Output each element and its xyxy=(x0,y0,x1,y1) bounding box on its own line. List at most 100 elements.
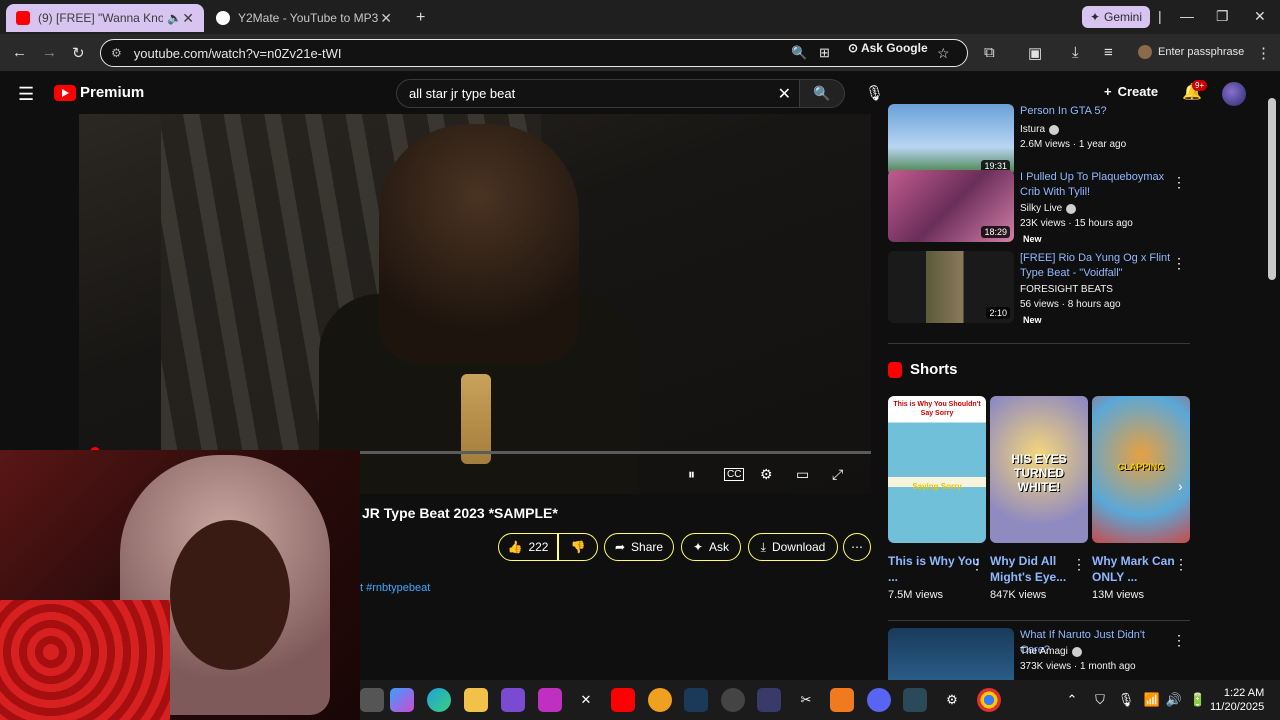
youtube-app-icon[interactable] xyxy=(611,688,635,712)
recommendation-title[interactable]: Person In GTA 5? xyxy=(1020,104,1172,119)
back-icon[interactable]: ← xyxy=(12,44,27,61)
download-icon: ⤓ xyxy=(760,539,766,554)
video-player[interactable] xyxy=(79,114,871,494)
mic-icon[interactable]: 🎙 xyxy=(1114,688,1138,712)
tab-search-icon[interactable]: ▣ xyxy=(1028,44,1042,62)
reload-icon[interactable]: ↻ xyxy=(72,44,85,62)
search-input[interactable]: all star jr type beat ✕ xyxy=(396,79,800,108)
video-thumbnail[interactable]: 2:10 xyxy=(888,251,1014,323)
vpn-icon[interactable] xyxy=(757,688,781,712)
extensions-icon[interactable]: ⧉ xyxy=(984,44,995,61)
chevron-right-icon[interactable]: › xyxy=(1178,478,1183,494)
battery-icon[interactable]: 🔋 xyxy=(1186,688,1210,712)
security-icon[interactable]: ⛉ xyxy=(1088,688,1112,712)
create-button[interactable]: + Create xyxy=(1104,84,1158,99)
settings-gear-icon[interactable]: ⚙ xyxy=(940,688,964,712)
more-actions-button[interactable]: ⋯ xyxy=(843,533,871,561)
short-item[interactable]: CLAPPING Why Mark Can ONLY ... 13M views… xyxy=(1092,396,1190,601)
video-title: JR Type Beat 2023 *SAMPLE* xyxy=(362,505,558,521)
forward-icon[interactable]: → xyxy=(42,44,57,61)
mute-icon[interactable]: 🔈 xyxy=(167,11,182,25)
copilot-icon[interactable] xyxy=(390,688,414,712)
settings-gear-icon[interactable]: ⚙ xyxy=(760,466,773,483)
download-button[interactable]: ⤓ Download xyxy=(748,533,838,561)
user-avatar[interactable] xyxy=(1222,82,1246,106)
recommendation-item[interactable]: 2:10 [FREE] Rio Da Yung Og x Flint Type … xyxy=(888,251,1190,331)
short-thumbnail[interactable]: HIS EYES TURNED WHITE! xyxy=(990,396,1088,543)
weather-icon[interactable] xyxy=(648,688,672,712)
media-controls-icon[interactable]: ≡ xyxy=(1104,44,1113,61)
xbox-icon[interactable]: ✕ xyxy=(574,688,598,712)
short-thumbnail[interactable]: This is Why You Shouldn't Say Sorry Sayi… xyxy=(888,396,986,543)
channel-name[interactable]: Silky Live xyxy=(1020,203,1077,214)
profile-button[interactable]: Enter passphrase xyxy=(1138,45,1244,59)
alien-app-icon[interactable] xyxy=(903,688,927,712)
close-window-icon[interactable]: ✕ xyxy=(1254,8,1266,25)
fullscreen-icon[interactable]: ⤢ xyxy=(832,466,843,483)
chrome-icon[interactable] xyxy=(977,688,1001,712)
youtube-logo[interactable]: Premium xyxy=(54,84,144,101)
volume-icon[interactable]: 🔊 xyxy=(1162,688,1186,712)
like-button[interactable]: 👍 222 xyxy=(498,533,558,561)
close-tab-icon[interactable]: ✕ xyxy=(182,10,194,27)
autoplay-toggle[interactable]: ⏸ xyxy=(688,466,695,483)
video-thumbnail[interactable]: 18:29 xyxy=(888,170,1014,242)
more-vert-icon[interactable]: ⋮ xyxy=(1072,556,1086,573)
dislike-button[interactable]: 👎 xyxy=(558,533,598,561)
system-clock[interactable]: 1:22 AM 11/20/2025 xyxy=(1210,686,1264,714)
share-button[interactable]: ➦ Share xyxy=(604,533,674,561)
captions-icon[interactable]: CC xyxy=(724,468,745,481)
address-bar[interactable]: ⚙ youtube.com/watch?v=n0Zv21e-tWI 🔍 ⊞ ☆ xyxy=(100,39,968,67)
site-info-icon[interactable]: ⚙ xyxy=(111,46,122,60)
recommendation-title[interactable]: I Pulled Up To Plaqueboymax Crib With Ty… xyxy=(1020,170,1172,200)
download-icon[interactable]: ⤓ xyxy=(1072,44,1079,61)
channel-name[interactable]: Istura xyxy=(1020,124,1060,135)
fl-studio-icon[interactable] xyxy=(830,688,854,712)
snipping-tool-icon[interactable]: ✂ xyxy=(794,688,818,712)
recommendation-title[interactable]: [FREE] Rio Da Yung Og x Flint Type Beat … xyxy=(1020,251,1172,281)
minimize-icon[interactable]: — xyxy=(1180,8,1194,24)
search-button[interactable]: 🔍 xyxy=(800,79,845,108)
mic-icon[interactable]: 🎙 xyxy=(865,84,884,102)
short-item[interactable]: HIS EYES TURNED WHITE! Why Did All Might… xyxy=(990,396,1088,601)
file-explorer-icon[interactable] xyxy=(464,688,488,712)
task-view-icon[interactable] xyxy=(360,688,384,712)
ask-google-button[interactable]: ⊙ Ask Google xyxy=(848,41,928,55)
close-tab-icon[interactable]: ✕ xyxy=(380,10,392,27)
chevron-up-icon[interactable]: ⌃ xyxy=(1060,688,1084,712)
edge-icon[interactable] xyxy=(427,688,451,712)
search-icon[interactable]: 🔍 xyxy=(791,45,807,61)
browser-tab-youtube[interactable]: (9) [FREE] "Wanna Know Yo 🔈 ✕ xyxy=(6,4,204,32)
instagram-icon[interactable] xyxy=(538,688,562,712)
more-vert-icon[interactable]: ⋮ xyxy=(970,556,984,573)
clear-search-icon[interactable]: ✕ xyxy=(778,84,791,104)
channel-name[interactable]: The Amagi xyxy=(1020,646,1082,657)
ask-button[interactable]: ✦ Ask xyxy=(681,533,741,561)
more-vert-icon[interactable]: ⋮ xyxy=(1172,255,1186,272)
short-item[interactable]: This is Why You Shouldn't Say Sorry Sayi… xyxy=(888,396,986,601)
wifi-icon[interactable]: 📶 xyxy=(1140,688,1164,712)
restore-icon[interactable]: ❐ xyxy=(1216,8,1229,25)
hamburger-menu-icon[interactable]: ☰ xyxy=(18,84,34,105)
discord-icon[interactable] xyxy=(867,688,891,712)
install-icon[interactable]: ⊞ xyxy=(819,45,830,61)
short-thumbnail[interactable]: CLAPPING xyxy=(1092,396,1190,543)
store-icon[interactable] xyxy=(501,688,525,712)
page-scrollbar[interactable] xyxy=(1268,98,1276,280)
more-vert-icon[interactable]: ⋮ xyxy=(1172,632,1186,649)
menu-kebab-icon[interactable]: ⋮ xyxy=(1256,44,1271,62)
video-thumbnail[interactable]: 19:31 xyxy=(888,104,1014,176)
game-app-icon[interactable] xyxy=(721,688,745,712)
bookmark-star-icon[interactable]: ☆ xyxy=(937,45,950,62)
recommendation-item[interactable]: 18:29 I Pulled Up To Plaqueboymax Crib W… xyxy=(888,170,1190,250)
share-icon: ➦ xyxy=(614,540,626,554)
new-tab-button[interactable]: + xyxy=(406,4,430,32)
steam-icon[interactable] xyxy=(684,688,708,712)
gemini-button[interactable]: ✦ Gemini xyxy=(1082,6,1150,28)
more-vert-icon[interactable]: ⋮ xyxy=(1174,556,1188,573)
more-vert-icon[interactable]: ⋮ xyxy=(1172,174,1186,191)
browser-tab-y2mate[interactable]: Y2Mate - YouTube to MP3 Con ✕ xyxy=(206,4,402,32)
theater-mode-icon[interactable]: ▭ xyxy=(796,466,809,483)
channel-name[interactable]: FORESIGHT BEATS xyxy=(1020,284,1113,295)
description-hashtag[interactable]: t #rnbtypebeat xyxy=(360,582,430,594)
